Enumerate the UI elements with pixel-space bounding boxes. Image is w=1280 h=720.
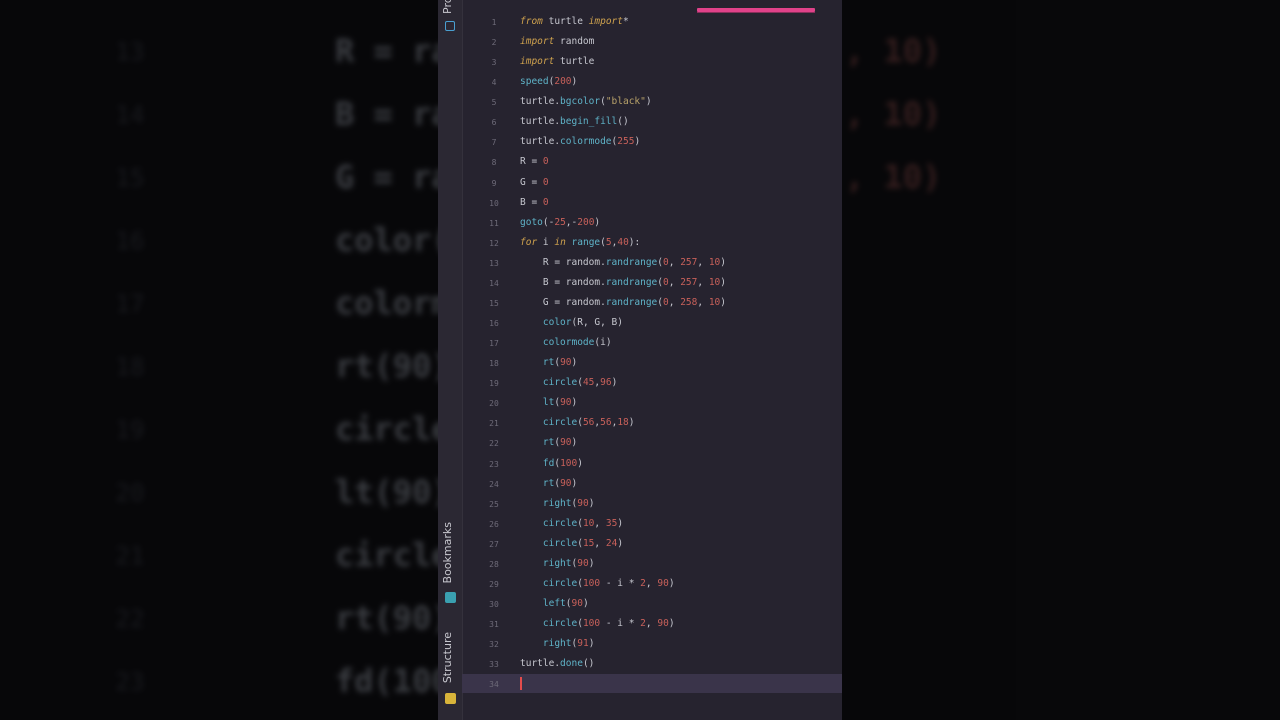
code-line[interactable]: B = random.randrange(0, 257, 10) bbox=[520, 273, 726, 293]
code-line[interactable]: rt(90) bbox=[520, 474, 577, 494]
code-line[interactable]: turtle.bgcolor("black") bbox=[520, 92, 652, 112]
line-number: 14 bbox=[489, 278, 499, 288]
line-number: 19 bbox=[489, 379, 499, 389]
project-icon[interactable] bbox=[445, 21, 455, 31]
code-line[interactable]: turtle.done() bbox=[520, 654, 594, 674]
code-line[interactable]: speed(200) bbox=[520, 72, 577, 92]
code-line[interactable]: right(91) bbox=[520, 634, 595, 654]
line-number: 33 bbox=[489, 660, 499, 670]
tab-underline bbox=[697, 12, 815, 13]
line-number: 21 bbox=[489, 419, 499, 429]
line-number: 4 bbox=[491, 78, 497, 88]
screen: 13 14 15 16 17 18 19 20 21 22 23 R = ra B = ra G = ra… bbox=[0, 0, 1280, 720]
line-number: 29 bbox=[489, 579, 499, 589]
line-number: 24 bbox=[489, 479, 499, 489]
code-line[interactable]: color(R, G, B) bbox=[520, 313, 623, 333]
line-number: 23 bbox=[489, 459, 499, 469]
code-line[interactable]: R = 0 bbox=[520, 152, 549, 172]
code-line[interactable]: circle(15, 24) bbox=[520, 534, 623, 554]
project-tool-label[interactable]: Project bbox=[441, 0, 454, 14]
structure-tool-label[interactable]: Structure bbox=[441, 632, 454, 683]
line-number: 18 bbox=[489, 359, 499, 369]
code-line[interactable]: B = 0 bbox=[520, 193, 549, 213]
line-number: 34 bbox=[489, 680, 499, 690]
code-line[interactable]: from turtle import* bbox=[520, 12, 629, 32]
line-number: 26 bbox=[489, 519, 499, 529]
line-number: 9 bbox=[491, 178, 497, 188]
code-line[interactable]: circle(10, 35) bbox=[520, 514, 623, 534]
line-number: 3 bbox=[491, 58, 497, 68]
code-line[interactable]: lt(90) bbox=[520, 393, 577, 413]
line-number: 6 bbox=[491, 118, 497, 128]
code-line[interactable]: import turtle bbox=[520, 52, 594, 72]
tool-window-strip: Project Bookmarks Structure bbox=[438, 0, 463, 720]
code-line[interactable]: G = 0 bbox=[520, 173, 549, 193]
code-line[interactable]: turtle.colormode(255) bbox=[520, 132, 640, 152]
line-number: 30 bbox=[489, 600, 499, 610]
code-line[interactable]: fd(100) bbox=[520, 454, 583, 474]
code-line[interactable]: for i in range(5,40): bbox=[520, 233, 640, 253]
code-line[interactable]: circle(100 - i * 2, 90) bbox=[520, 574, 675, 594]
line-number: 27 bbox=[489, 539, 499, 549]
code-line[interactable]: left(90) bbox=[520, 594, 589, 614]
line-number: 16 bbox=[489, 319, 499, 329]
line-number: 12 bbox=[489, 238, 499, 248]
line-number: 10 bbox=[489, 198, 499, 208]
line-number: 1 bbox=[491, 18, 497, 27]
line-number: 11 bbox=[489, 218, 499, 228]
code-line[interactable]: goto(-25,-200) bbox=[520, 213, 600, 233]
line-number: 20 bbox=[489, 399, 499, 409]
bookmark-icon[interactable] bbox=[445, 592, 456, 603]
line-number: 22 bbox=[489, 439, 499, 449]
code-line[interactable]: right(90) bbox=[520, 554, 595, 574]
code-line[interactable]: rt(90) bbox=[520, 433, 577, 453]
code-line[interactable]: circle(45,96) bbox=[520, 373, 617, 393]
line-number: 2 bbox=[491, 38, 497, 48]
code-line[interactable]: circle(56,56,18) bbox=[520, 413, 635, 433]
code-line[interactable]: G = random.randrange(0, 258, 10) bbox=[520, 293, 726, 313]
structure-icon[interactable] bbox=[445, 693, 456, 704]
text-caret bbox=[520, 677, 522, 690]
code-line[interactable]: circle(100 - i * 2, 90) bbox=[520, 614, 675, 634]
code-line[interactable]: turtle.begin_fill() bbox=[520, 112, 629, 132]
editor-panel: Project Bookmarks Structure 1 from turtle… bbox=[438, 0, 842, 720]
line-number: 8 bbox=[491, 158, 497, 168]
line-number: 32 bbox=[489, 640, 499, 650]
line-number: 28 bbox=[489, 559, 499, 569]
line-number: 13 bbox=[489, 258, 499, 268]
code-line[interactable]: rt(90) bbox=[520, 353, 577, 373]
line-number: 17 bbox=[489, 339, 499, 349]
line-number: 31 bbox=[489, 620, 499, 630]
code-line[interactable]: right(90) bbox=[520, 494, 595, 514]
bookmarks-tool-label[interactable]: Bookmarks bbox=[441, 522, 454, 583]
code-line[interactable]: R = random.randrange(0, 257, 10) bbox=[520, 253, 726, 273]
line-number: 25 bbox=[489, 499, 499, 509]
line-number: 5 bbox=[491, 98, 497, 108]
line-number: 15 bbox=[489, 298, 499, 308]
code-line[interactable]: colormode(i) bbox=[520, 333, 612, 353]
line-number: 7 bbox=[491, 138, 497, 148]
code-line[interactable]: import random bbox=[520, 32, 594, 52]
